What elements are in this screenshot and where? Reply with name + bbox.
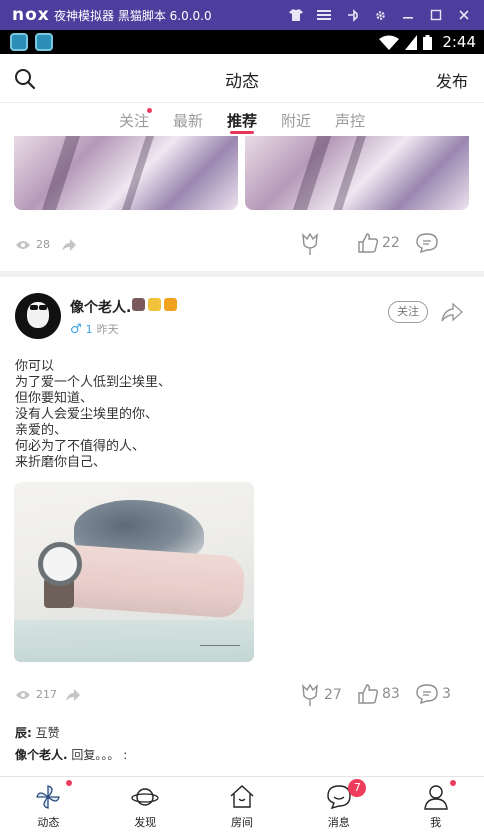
nav-item-room[interactable]: 房间 <box>194 777 291 832</box>
post-username[interactable]: 像个老人. <box>70 297 131 317</box>
signal-icon <box>405 34 418 50</box>
post-time: 昨天 <box>96 323 119 336</box>
planet-icon <box>131 788 159 806</box>
emulator-title: 夜神模拟器 黑猫脚本 6.0.0.0 <box>54 8 212 23</box>
thumbs-up-icon <box>358 684 378 704</box>
wifi-icon <box>379 35 400 50</box>
post-text: 你可以 为了爱一个人低到尘埃里、 但你要知道、 没有人会爱尘埃里的你、 亲爱的、… <box>15 359 172 470</box>
comment-list: 辰: 互赞 像个老人. 回复。。。 : <box>15 724 127 768</box>
tab-label: 关注 <box>118 112 149 130</box>
like-count[interactable]: 83 <box>358 684 400 704</box>
tab-nearby[interactable]: 附近 <box>269 103 323 136</box>
eye-icon <box>16 690 30 699</box>
post-photo[interactable] <box>14 482 254 662</box>
app-notification-icon <box>10 33 28 51</box>
minimize-icon[interactable] <box>394 0 422 30</box>
post-stats: 28 22 <box>0 233 484 257</box>
tab-follow[interactable]: 关注 <box>107 103 161 136</box>
pinwheel-icon <box>36 785 61 809</box>
close-icon[interactable] <box>450 0 478 30</box>
app-header: 动态 发布 <box>0 54 484 103</box>
comment-icon[interactable] <box>416 233 438 253</box>
flower-icon[interactable] <box>300 233 320 255</box>
page-title: 动态 <box>225 72 259 92</box>
comment-icon <box>416 684 438 704</box>
forward-icon[interactable] <box>62 239 76 251</box>
tab-label: 声控 <box>334 112 365 130</box>
tab-label: 推荐 <box>226 112 257 130</box>
tab-label: 附近 <box>280 112 311 130</box>
signature-mark <box>200 632 240 646</box>
list-item[interactable]: 辰: 互赞 <box>15 724 127 746</box>
share-icon[interactable] <box>441 302 463 322</box>
pin-icon[interactable] <box>338 0 366 30</box>
menu-icon[interactable] <box>310 0 338 30</box>
bottom-nav: 动态 发现 房间 7 消息 我 <box>0 776 484 832</box>
app-notification-icon <box>35 33 53 51</box>
gear-icon[interactable] <box>366 0 394 30</box>
post-photo[interactable] <box>14 136 238 210</box>
flower-count[interactable]: 27 <box>300 684 342 706</box>
status-time: 2:44 <box>442 33 476 51</box>
feed-tabs: 关注 最新 推荐 附近 声控 <box>0 103 484 136</box>
notification-dot <box>450 780 457 786</box>
publish-button[interactable]: 发布 <box>436 68 468 92</box>
tab-recommended[interactable]: 推荐 <box>215 103 269 136</box>
male-icon: ♂ <box>70 321 82 337</box>
notification-dot <box>66 780 72 786</box>
post-photo[interactable] <box>245 136 469 210</box>
nav-item-feed[interactable]: 动态 <box>0 777 97 832</box>
nav-item-discover[interactable]: 发现 <box>97 777 194 832</box>
follow-button[interactable]: 关注 <box>388 301 428 323</box>
status-icons: 2:44 <box>379 30 476 54</box>
feed-list[interactable]: 28 22 像个老人. ♂ 1 昨天 关注 你可以 为了爱一个人低到尘埃里、 但… <box>0 136 484 776</box>
user-meta: ♂ 1 昨天 <box>70 321 119 337</box>
emulator-title-bar: nox 夜神模拟器 黑猫脚本 6.0.0.0 <box>0 0 484 30</box>
nav-item-me[interactable]: 我 <box>387 777 484 832</box>
view-count: 28 <box>16 238 50 251</box>
thumbs-up-icon <box>358 233 378 253</box>
eye-icon <box>16 240 30 249</box>
forward-icon[interactable] <box>66 689 80 701</box>
user-badges <box>132 298 177 311</box>
tab-latest[interactable]: 最新 <box>161 103 215 136</box>
battery-icon <box>423 34 433 50</box>
house-icon <box>230 785 254 808</box>
tab-label: 最新 <box>172 112 203 130</box>
shirt-icon[interactable] <box>282 0 310 30</box>
view-count: 217 <box>16 688 57 701</box>
like-count[interactable]: 22 <box>358 233 400 253</box>
nox-logo: nox <box>12 5 50 25</box>
unread-badge: 7 <box>348 779 367 797</box>
android-status-bar: 2:44 <box>0 30 484 54</box>
emulator-controls <box>282 0 478 30</box>
user-level: 1 <box>85 322 93 336</box>
notification-dot <box>147 108 152 113</box>
flower-icon <box>302 684 318 706</box>
avatar[interactable] <box>15 293 61 339</box>
vip-badge-icon <box>164 298 177 311</box>
hat-badge-icon <box>132 298 145 311</box>
crown-badge-icon <box>148 298 161 311</box>
tab-voice[interactable]: 声控 <box>323 103 377 136</box>
person-icon <box>423 785 448 810</box>
nav-item-messages[interactable]: 7 消息 <box>290 777 387 832</box>
comment-count[interactable]: 3 <box>416 684 451 704</box>
maximize-icon[interactable] <box>422 0 450 30</box>
list-item[interactable]: 像个老人. 回复。。。 : <box>15 746 127 768</box>
post-divider <box>0 271 484 277</box>
post-stats: 217 27 83 3 <box>0 684 484 708</box>
